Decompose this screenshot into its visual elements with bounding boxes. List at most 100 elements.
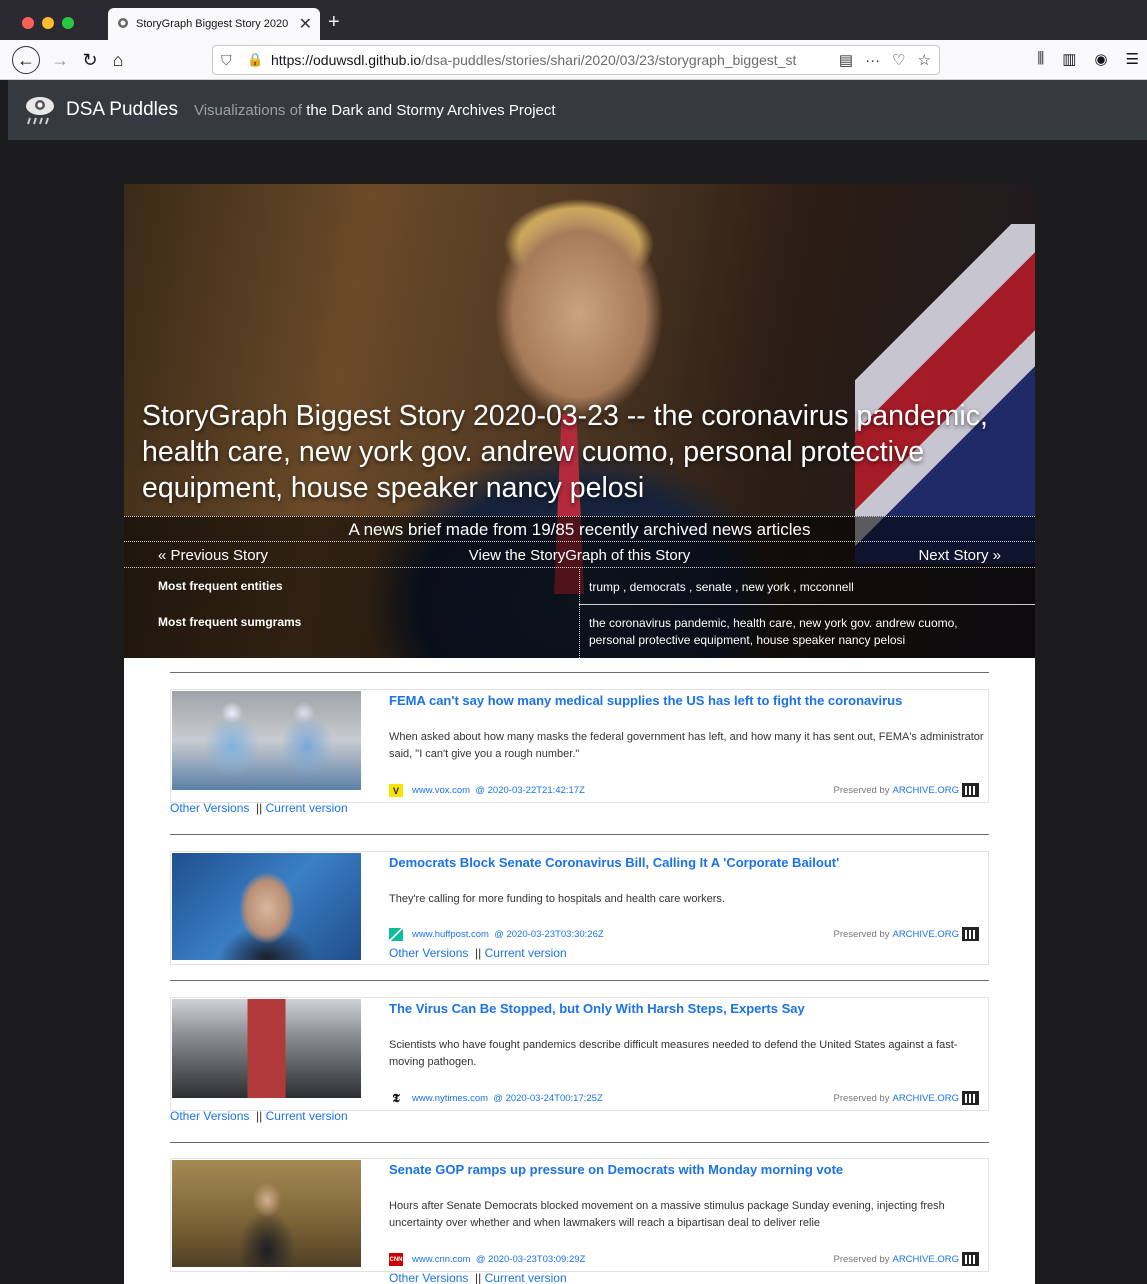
preserved-label: Preserved by [833, 1092, 890, 1104]
article-title-link[interactable]: The Virus Can Be Stopped, but Only With … [389, 1001, 805, 1016]
article-versions: Other Versions || Current version [389, 946, 567, 960]
article-description: They're calling for more funding to hosp… [389, 893, 725, 905]
archive-icon[interactable] [962, 1252, 979, 1266]
current-version-link[interactable]: Current version [266, 1109, 348, 1123]
sumgrams-value: the coronavirus pandemic, health care, n… [589, 616, 958, 647]
other-versions-link[interactable]: Other Versions [170, 1109, 249, 1123]
versions-separator: || [256, 1109, 263, 1123]
story-navigation: View the StoryGraph of this Story « Prev… [124, 544, 1035, 568]
minimize-window-button[interactable] [42, 17, 54, 29]
source-timestamp[interactable]: @ 2020-03-24T00:17:25Z [493, 1093, 602, 1104]
story-hero: StoryGraph Biggest Story 2020-03-23 -- t… [124, 184, 1035, 658]
archive-link[interactable]: ARCHIVE.ORG [892, 1254, 959, 1265]
lock-warning-icon[interactable]: 🔒 [247, 52, 263, 68]
close-tab-icon[interactable]: ✕ [299, 14, 312, 34]
next-story-link[interactable]: Next Story » [918, 544, 1001, 568]
library-icon[interactable]: ⫼ [1037, 50, 1044, 68]
other-versions-link[interactable]: Other Versions [389, 1271, 468, 1284]
preserved-by: Preserved by ARCHIVE.ORG [833, 927, 979, 941]
article-thumbnail[interactable] [172, 999, 361, 1098]
sidebar-icon[interactable]: ▥ [1062, 50, 1076, 68]
archive-link[interactable]: ARCHIVE.ORG [892, 785, 959, 796]
entities-label: Most frequent entities [158, 579, 283, 593]
source-timestamp[interactable]: @ 2020-03-22T21:42:17Z [475, 785, 584, 796]
archive-icon[interactable] [962, 1091, 979, 1105]
dsa-puddles-logo-icon[interactable] [22, 92, 58, 128]
other-versions-link[interactable]: Other Versions [170, 801, 249, 815]
preserved-by: Preserved by ARCHIVE.ORG [834, 783, 979, 797]
site-brand[interactable]: DSA Puddles [66, 99, 178, 121]
more-icon[interactable]: ··· [865, 52, 880, 69]
vox-icon: V [389, 784, 403, 797]
pocket-icon[interactable]: ♡ [892, 51, 905, 69]
article-thumbnail[interactable] [172, 691, 361, 790]
zoom-window-button[interactable] [62, 17, 74, 29]
other-versions-link[interactable]: Other Versions [389, 946, 468, 960]
sumgrams-label: Most frequent sumgrams [158, 615, 302, 629]
article-source: www.huffpost.com @ 2020-03-23T03:30:26Z [389, 928, 604, 941]
article-source: CNN www.cnn.com @ 2020-03-23T03:09:29Z [389, 1253, 585, 1266]
meta-row-divider [579, 604, 1035, 605]
article-thumbnail[interactable] [172, 1160, 361, 1267]
versions-separator: || [475, 946, 482, 960]
url-bar[interactable]: ⛉ 🔒 https://oduwsdl.github.io/dsa-puddle… [212, 45, 940, 75]
source-link[interactable]: www.nytimes.com [412, 1093, 488, 1104]
article-title-link[interactable]: Democrats Block Senate Coronavirus Bill,… [389, 855, 839, 870]
new-tab-icon[interactable]: + [328, 12, 340, 32]
forward-icon[interactable]: → [46, 46, 74, 74]
archive-icon[interactable] [962, 927, 979, 941]
article-source: 𝕿 www.nytimes.com @ 2020-03-24T00:17:25Z [389, 1091, 602, 1105]
article-description: When asked about how many masks the fede… [389, 731, 984, 760]
hero-image-flag [855, 224, 1035, 564]
current-version-link[interactable]: Current version [266, 801, 348, 815]
article-thumbnail[interactable] [172, 853, 361, 960]
url-text[interactable]: https://oduwsdl.github.io/dsa-puddles/st… [271, 52, 827, 68]
nytimes-icon: 𝕿 [392, 1091, 400, 1105]
current-version-link[interactable]: Current version [485, 1271, 567, 1284]
browser-nav-bar: ← → ↻ ⌂ ⛉ 🔒 https://oduwsdl.github.io/ds… [0, 40, 1147, 80]
source-timestamp[interactable]: @ 2020-03-23T03:30:26Z [494, 929, 603, 940]
tagline-prefix: Visualizations of [193, 101, 303, 119]
source-link[interactable]: www.cnn.com [412, 1254, 471, 1265]
article-separator [170, 834, 989, 835]
archive-link[interactable]: ARCHIVE.ORG [892, 1093, 959, 1104]
close-window-button[interactable] [22, 17, 34, 29]
huffpost-icon [389, 928, 403, 941]
site-favicon-icon [118, 18, 128, 28]
bookmark-star-icon[interactable]: ☆ [918, 51, 931, 69]
url-path: /dsa-puddles/stories/shari/2020/03/23/st… [421, 52, 797, 68]
reload-icon[interactable]: ↻ [76, 46, 104, 74]
cnn-icon: CNN [389, 1253, 403, 1266]
tab-title: StoryGraph Biggest Story 2020 [136, 18, 289, 30]
source-timestamp[interactable]: @ 2020-03-23T03:09:29Z [476, 1254, 585, 1265]
versions-separator: || [256, 801, 263, 815]
back-icon[interactable]: ← [12, 46, 40, 74]
shield-icon[interactable]: ⛉ [221, 52, 237, 69]
article-title-link[interactable]: FEMA can't say how many medical supplies… [389, 693, 902, 708]
preserved-by: Preserved by ARCHIVE.ORG [833, 1091, 979, 1105]
article-description: Hours after Senate Democrats blocked mov… [389, 1200, 945, 1229]
article-source: V www.vox.com @ 2020-03-22T21:42:17Z [389, 784, 585, 797]
preserved-label: Preserved by [833, 928, 890, 940]
browser-tab-bar: StoryGraph Biggest Story 2020 ✕ + [0, 0, 1147, 40]
reader-icon[interactable]: ▤ [839, 51, 853, 69]
account-icon[interactable]: ◉ [1094, 50, 1107, 68]
article-separator [170, 672, 989, 673]
source-link[interactable]: www.vox.com [412, 785, 470, 796]
toolbar-right: ⫼ ▥ ◉ ☰ [1037, 50, 1139, 68]
article-versions: Other Versions || Current version [170, 1109, 348, 1123]
article-list: FEMA can't say how many medical supplies… [124, 658, 1035, 1284]
archive-icon[interactable] [962, 783, 979, 797]
entities-value: trump , democrats , senate , new york , … [589, 580, 854, 594]
current-version-link[interactable]: Current version [485, 946, 567, 960]
article-title-link[interactable]: Senate GOP ramps up pressure on Democrat… [389, 1162, 843, 1177]
home-icon[interactable]: ⌂ [104, 46, 132, 74]
browser-tab[interactable]: StoryGraph Biggest Story 2020 ✕ [108, 8, 320, 40]
archive-link[interactable]: ARCHIVE.ORG [892, 929, 959, 940]
article-card: Democrats Block Senate Coronavirus Bill,… [170, 851, 989, 965]
url-host: https://oduwsdl.github.io [271, 52, 422, 68]
tagline-link[interactable]: the Dark and Stormy Archives Project [306, 102, 555, 119]
source-link[interactable]: www.huffpost.com [412, 929, 489, 940]
menu-icon[interactable]: ☰ [1126, 50, 1139, 68]
previous-story-link[interactable]: « Previous Story [158, 544, 268, 568]
